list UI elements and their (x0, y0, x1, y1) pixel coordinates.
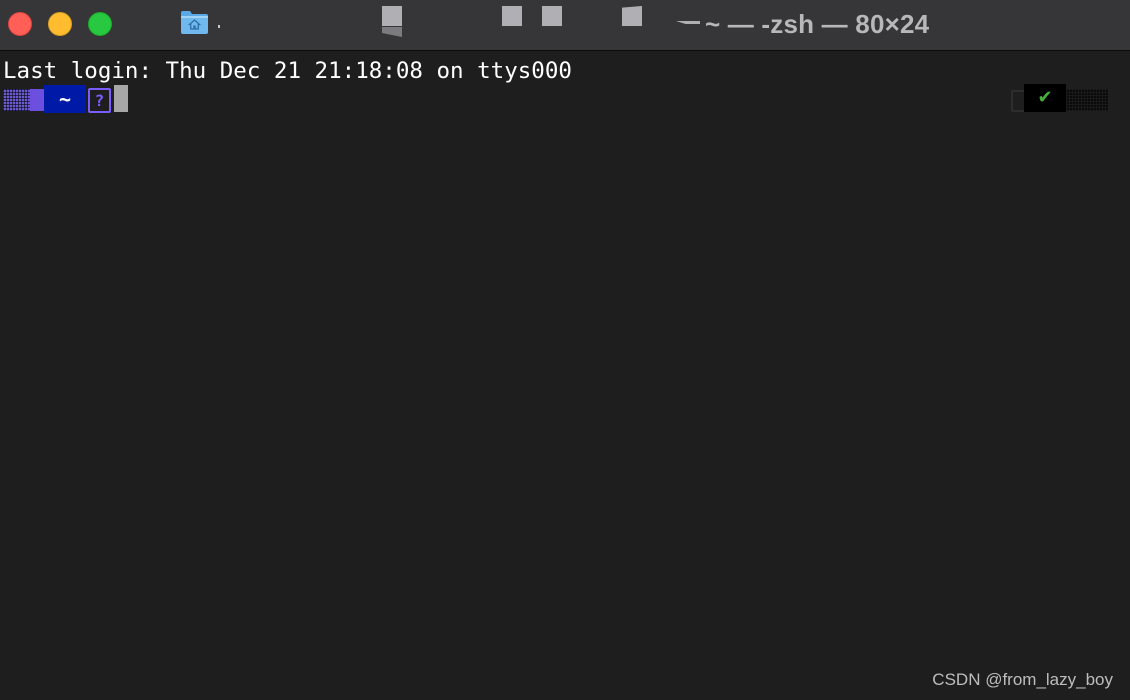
placeholder-glyph (542, 6, 562, 26)
placeholder-glyph (382, 27, 402, 37)
placeholder-glyph (382, 6, 402, 26)
terminal-window: ~ — -zsh — 80×24 Last login: Thu Dec 21 … (0, 0, 1130, 700)
home-folder-icon[interactable] (180, 9, 209, 35)
status-ok-icon: ✔ (1024, 84, 1066, 112)
close-button[interactable] (8, 12, 32, 36)
prompt-directory-segment: ~ (44, 85, 86, 113)
terminal-output[interactable]: Last login: Thu Dec 21 21:18:08 on ttys0… (0, 52, 1130, 700)
title-separator (218, 25, 220, 28)
zoom-button[interactable] (88, 12, 112, 36)
title-bar[interactable]: ~ — -zsh — 80×24 (0, 0, 1130, 51)
placeholder-glyph (622, 6, 642, 26)
text-cursor (114, 85, 128, 112)
window-title: ~ — -zsh — 80×24 (705, 9, 930, 39)
right-prompt-separator (1066, 89, 1108, 111)
placeholder-glyph (502, 6, 522, 26)
minimize-button[interactable] (48, 12, 72, 36)
prompt-os-segment (3, 89, 30, 111)
prompt-unknown-glyph-icon: ? (88, 88, 111, 113)
watermark: CSDN @from_lazy_boy (932, 670, 1113, 689)
last-login-line: Last login: Thu Dec 21 21:18:08 on ttys0… (3, 58, 572, 84)
prompt-separator (30, 89, 44, 111)
placeholder-glyph (676, 21, 700, 24)
